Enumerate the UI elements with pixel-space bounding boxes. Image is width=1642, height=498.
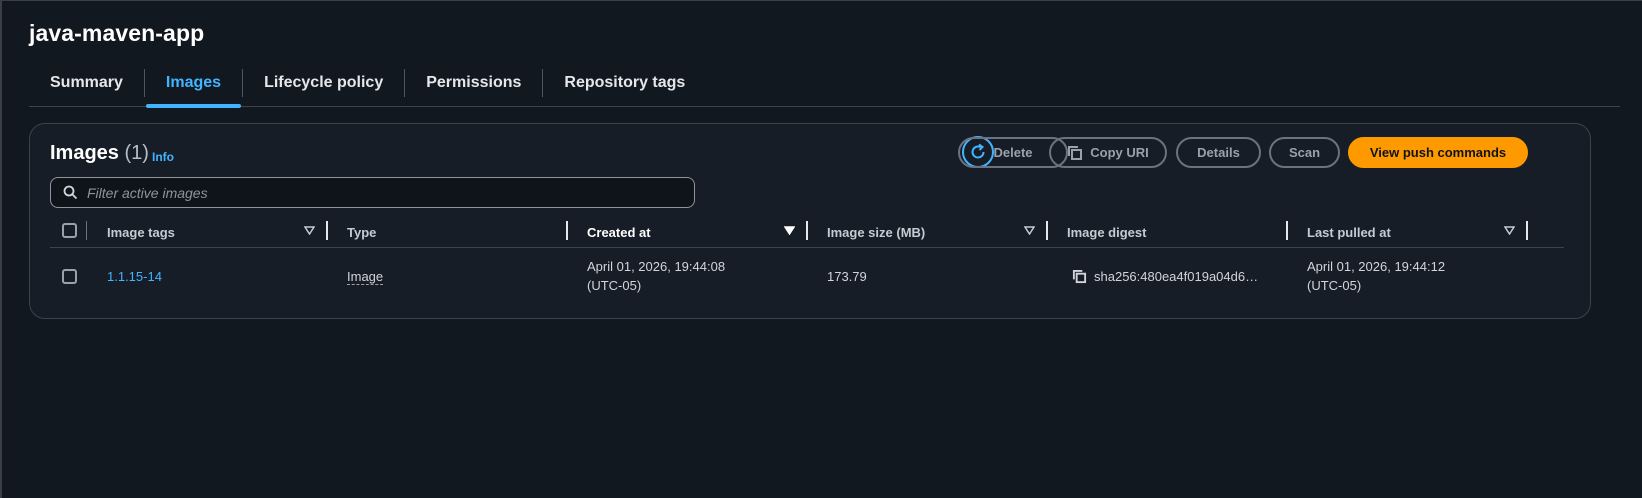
- sort-icon[interactable]: [304, 226, 315, 235]
- scan-button-label: Scan: [1288, 145, 1321, 160]
- scan-button[interactable]: Scan: [1269, 137, 1340, 168]
- column-header-last-pulled-at[interactable]: Last pulled at: [1307, 225, 1391, 240]
- created-at-cell: April 01, 2026, 19:44:08 (UTC-05): [587, 257, 725, 295]
- images-panel-title: Images (1): [50, 142, 149, 165]
- image-digest: sha256:480ea4f019a04d6…: [1094, 269, 1259, 284]
- column-header-created-at[interactable]: Created at: [587, 225, 651, 240]
- table-row: 1.1.15-14 Image April 01, 2026, 19:44:08…: [50, 249, 1564, 304]
- image-type-label[interactable]: Image: [347, 269, 384, 285]
- filter-box: [50, 177, 695, 208]
- search-icon: [63, 185, 78, 200]
- last-pulled-date: April 01, 2026, 19:44:12: [1307, 259, 1446, 274]
- column-divider[interactable]: [566, 221, 568, 240]
- images-panel: Images (1) Info Delete Copy URI Details …: [29, 123, 1591, 319]
- tab-bar: Summary Images Lifecycle policy Permissi…: [29, 65, 1620, 108]
- created-at-date: April 01, 2026, 19:44:08: [587, 259, 726, 274]
- image-tag-link[interactable]: 1.1.15-14: [107, 267, 162, 286]
- delete-button-label: Delete: [993, 145, 1033, 160]
- tab-images[interactable]: Images: [145, 65, 242, 108]
- copy-uri-button-label: Copy URI: [1090, 145, 1149, 160]
- column-header-image-size[interactable]: Image size (MB): [827, 225, 925, 240]
- sort-icon[interactable]: [1024, 226, 1035, 235]
- column-header-image-digest[interactable]: Image digest: [1067, 225, 1146, 240]
- view-push-commands-label: View push commands: [1369, 145, 1507, 160]
- created-at-timezone: (UTC-05): [587, 278, 642, 293]
- view-push-commands-button[interactable]: View push commands: [1348, 137, 1528, 168]
- tab-summary[interactable]: Summary: [29, 65, 144, 107]
- page-title: java-maven-app: [29, 20, 205, 46]
- column-divider[interactable]: [1046, 221, 1048, 240]
- details-button[interactable]: Details: [1176, 137, 1261, 168]
- images-count: (1): [124, 142, 149, 164]
- tab-repository-tags[interactable]: Repository tags: [543, 65, 706, 107]
- column-divider: [86, 221, 87, 240]
- tab-permissions[interactable]: Permissions: [405, 65, 542, 107]
- image-size: 173.79: [827, 269, 867, 284]
- column-divider[interactable]: [1286, 221, 1288, 240]
- last-pulled-cell: April 01, 2026, 19:44:12 (UTC-05): [1307, 257, 1445, 295]
- info-link[interactable]: Info: [152, 150, 174, 164]
- sort-icon[interactable]: [1504, 226, 1515, 235]
- last-pulled-timezone: (UTC-05): [1307, 278, 1362, 293]
- column-header-image-tags[interactable]: Image tags: [107, 225, 175, 240]
- select-all-checkbox[interactable]: [62, 223, 77, 238]
- image-digest-cell: sha256:480ea4f019a04d6…: [1072, 267, 1258, 286]
- column-divider[interactable]: [806, 221, 808, 240]
- details-button-label: Details: [1197, 145, 1240, 160]
- app-frame: java-maven-app Summary Images Lifecycle …: [0, 0, 1642, 498]
- image-type: Image: [347, 267, 384, 286]
- sort-icon[interactable]: [784, 226, 795, 235]
- column-divider[interactable]: [1526, 221, 1528, 240]
- tab-lifecycle-policy[interactable]: Lifecycle policy: [243, 65, 404, 107]
- copy-icon[interactable]: [1072, 269, 1087, 284]
- images-heading: Images: [50, 142, 119, 164]
- column-divider[interactable]: [326, 221, 328, 240]
- table-header: Image tags Type Created at Image size (M…: [50, 215, 1564, 248]
- filter-images-input[interactable]: [87, 184, 667, 201]
- column-header-type[interactable]: Type: [347, 225, 376, 240]
- row-checkbox[interactable]: [62, 269, 77, 284]
- copy-icon: [1068, 145, 1083, 160]
- copy-uri-button[interactable]: Copy URI: [1049, 137, 1167, 168]
